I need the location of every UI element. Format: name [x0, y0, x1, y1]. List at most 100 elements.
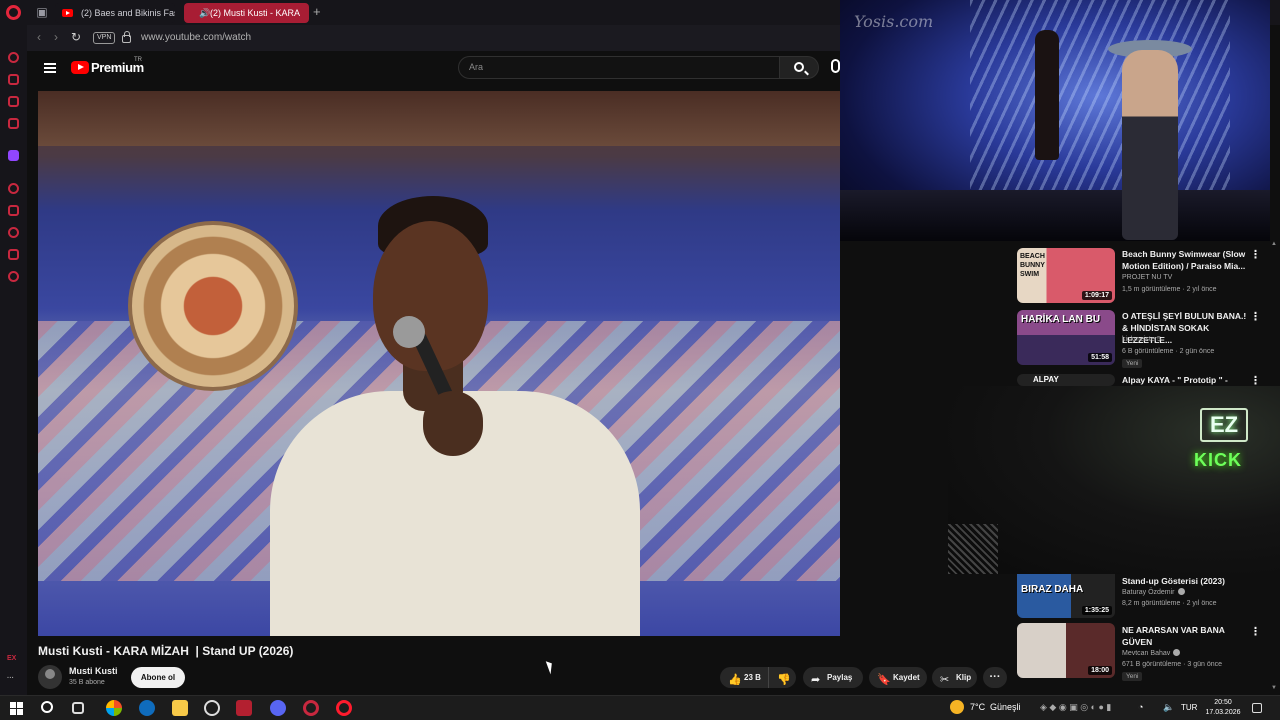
- sidebar-history-icon[interactable]: [8, 52, 19, 63]
- forward-icon[interactable]: ›: [54, 30, 58, 44]
- task-view-icon[interactable]: [72, 702, 84, 714]
- tray-icons[interactable]: ◈ ◆ ◉ ▣ ◎ ◐ ● ▮: [1040, 702, 1111, 713]
- sidebar-bookmarks-icon[interactable]: [8, 205, 19, 216]
- video-thumbnail[interactable]: ALPAY: [1017, 374, 1115, 386]
- browser-tab-1[interactable]: (2) Baes and Bikinis Fashio: [55, 3, 175, 23]
- sidebar-settings-icon[interactable]: [8, 271, 19, 282]
- menu-icon[interactable]: [44, 63, 56, 73]
- video-thumbnail[interactable]: 18:00: [1017, 623, 1115, 678]
- opera-icon[interactable]: [336, 700, 352, 716]
- scroll-down-icon[interactable]: ▼: [1271, 685, 1277, 691]
- recommendation-channel[interactable]: kickmeister5: [1122, 336, 1161, 343]
- save-button[interactable]: 🔖 Kaydet: [869, 667, 927, 688]
- video-player[interactable]: [38, 91, 840, 636]
- weather-icon[interactable]: [950, 700, 964, 714]
- video-thumbnail[interactable]: BEACH BUNNY SWIM 1:09:17: [1017, 248, 1115, 303]
- sidebar-messenger-icon[interactable]: [8, 96, 19, 107]
- windows-taskbar: 7°C Güneşli ◈ ◆ ◉ ▣ ◎ ◐ ● ▮ ◔ 🔈 TUR 20:5…: [0, 695, 1280, 720]
- weather-temp[interactable]: 7°C: [970, 702, 985, 712]
- opera-gx-icon[interactable]: [303, 700, 319, 716]
- share-icon: ➦: [811, 674, 821, 686]
- recommendation-channel[interactable]: Mevtcan Bahav: [1122, 649, 1181, 657]
- search-button[interactable]: [779, 56, 819, 79]
- recommendation-title[interactable]: Stand-up Gösterisi (2023): [1122, 575, 1247, 587]
- youtube-header: Premium TR Ara: [27, 51, 840, 91]
- speaker-icon[interactable]: 🔊: [199, 3, 210, 23]
- back-icon[interactable]: ‹: [37, 30, 41, 44]
- recommendation-title[interactable]: NE ARARSAN VAR BANA GÜVEN: [1122, 624, 1237, 648]
- new-badge: Yeni: [1122, 359, 1143, 368]
- reload-icon[interactable]: ↻: [71, 30, 81, 44]
- kebab-menu-icon[interactable]: ⋮: [1250, 248, 1261, 261]
- scroll-up-icon[interactable]: ▲: [1271, 241, 1277, 247]
- sidebar-more-icon[interactable]: ···: [7, 675, 14, 682]
- pip-video-stream[interactable]: EZ KICK: [948, 386, 1280, 574]
- channel-avatar[interactable]: [38, 665, 62, 689]
- edge-icon[interactable]: [139, 700, 155, 716]
- thumbs-up-icon: 👍: [728, 674, 742, 686]
- clock-app-icon[interactable]: [204, 700, 220, 716]
- youtube-logo-icon[interactable]: [71, 61, 89, 74]
- recommendation-channel[interactable]: PROJET NU TV: [1122, 274, 1172, 281]
- subscribe-button[interactable]: Abone ol: [131, 667, 185, 688]
- windows-start-icon[interactable]: [10, 702, 23, 715]
- sidebar-player-icon[interactable]: [8, 183, 19, 194]
- lock-icon[interactable]: [122, 31, 131, 43]
- mouse-cursor-icon: [545, 659, 556, 675]
- sidebar-aria-icon[interactable]: [8, 74, 19, 85]
- video-thumbnail[interactable]: BIRAZ DAHA 1:35:25: [1017, 574, 1115, 618]
- share-button[interactable]: ➦ Paylaş: [803, 667, 863, 688]
- subscriber-count: 35 B abone: [69, 679, 105, 686]
- opera-logo-icon[interactable]: [6, 5, 21, 20]
- notifications-icon[interactable]: [1252, 703, 1262, 713]
- clock-date: 17.03.2026: [1205, 709, 1241, 716]
- new-tab-button[interactable]: +: [313, 4, 321, 19]
- app-icon[interactable]: [236, 700, 252, 716]
- system-clock[interactable]: 20:50 17.03.2026: [1204, 698, 1242, 718]
- recommendation-title[interactable]: Alpay KAYA - " Prototip " -: [1122, 374, 1247, 386]
- thumbs-down-icon: 👎: [777, 674, 791, 686]
- watermark: Yosis.com: [854, 12, 934, 31]
- browser-tab-2-active[interactable]: 🔊 (2) Musti Kusti - KARA: [184, 3, 309, 23]
- wifi-icon[interactable]: ◔: [1138, 702, 1143, 712]
- language-indicator[interactable]: TUR: [1181, 703, 1197, 712]
- recommendation-meta: 1,5 m görüntüleme · 2 yıl önce: [1122, 286, 1217, 293]
- sidebar-mail-icon[interactable]: [8, 118, 19, 129]
- clip-button[interactable]: ✂ Klip: [932, 667, 977, 688]
- sidebar-extensions-icon[interactable]: [8, 249, 19, 260]
- recommendation-channel[interactable]: Baturay Özdemir: [1122, 588, 1185, 596]
- kebab-menu-icon[interactable]: ⋮: [1250, 310, 1261, 323]
- copilot-icon[interactable]: [106, 700, 122, 716]
- channel-name[interactable]: Musti Kusti: [69, 666, 118, 676]
- sidebar-gx-label[interactable]: EX: [7, 655, 16, 662]
- dislike-button[interactable]: 👎: [768, 667, 796, 688]
- search-input[interactable]: Ara: [458, 56, 780, 79]
- sidebar-clock-icon[interactable]: [8, 227, 19, 238]
- more-actions-button[interactable]: ···: [983, 667, 1007, 688]
- vpn-badge[interactable]: VPN: [93, 32, 116, 44]
- sidebar-twitch-icon[interactable]: [8, 150, 19, 161]
- volume-icon[interactable]: 🔈: [1163, 702, 1174, 713]
- tab-overview-icon[interactable]: ▣: [34, 4, 50, 20]
- like-button[interactable]: 👍 23 B: [720, 667, 768, 688]
- microphone: [393, 316, 425, 348]
- tab-title: (2) Baes and Bikinis Fashio: [81, 8, 175, 18]
- kebab-menu-icon[interactable]: ⋮: [1250, 625, 1261, 638]
- voice-search-icon[interactable]: [831, 59, 840, 73]
- file-explorer-icon[interactable]: [172, 700, 188, 716]
- recommendation-title[interactable]: Beach Bunny Swimwear (Slow Motion Editio…: [1122, 248, 1247, 272]
- pip-video-fashion[interactable]: Yosis.com: [840, 0, 1270, 241]
- youtube-favicon-icon: [62, 9, 73, 17]
- video-duration: 1:09:17: [1081, 291, 1112, 300]
- video-thumbnail[interactable]: HARİKA LAN BU 51:58: [1017, 310, 1115, 365]
- weather-label[interactable]: Güneşli: [990, 702, 1021, 712]
- verified-icon: [1177, 588, 1185, 595]
- url-field[interactable]: www.youtube.com/watch: [141, 32, 251, 43]
- neon-sign-ez: EZ: [1200, 408, 1248, 442]
- discord-icon[interactable]: [270, 700, 286, 716]
- search-icon[interactable]: [41, 701, 53, 713]
- search-icon: [794, 62, 804, 72]
- neon-sign-kick: KICK: [1194, 450, 1242, 470]
- scissors-icon: ✂: [940, 674, 950, 686]
- video-title: Musti Kusti - KARA MİZAH | Stand UP (202…: [38, 644, 294, 658]
